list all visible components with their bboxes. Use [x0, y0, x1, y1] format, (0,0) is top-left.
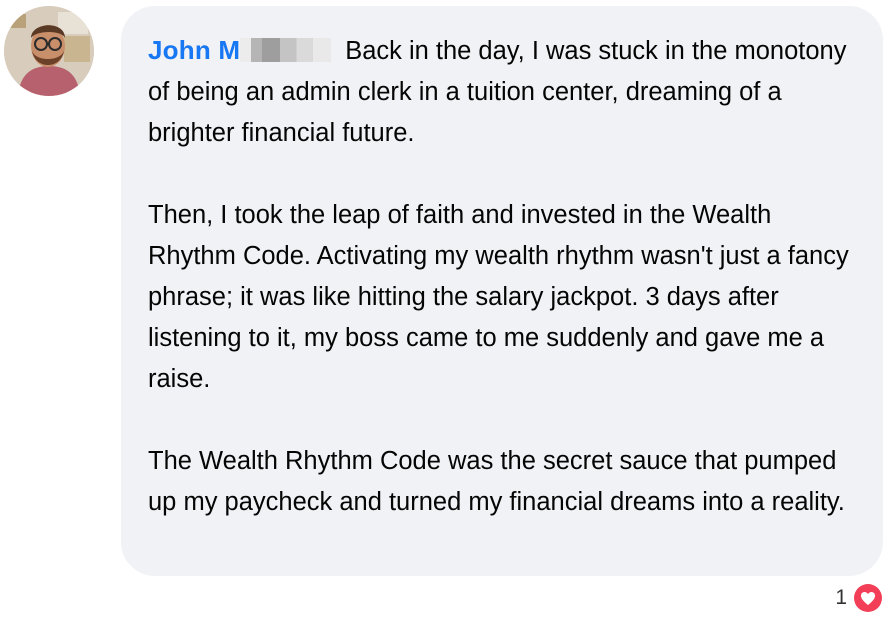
avatar[interactable] [4, 6, 94, 96]
author-name[interactable]: John M [148, 35, 240, 65]
reaction-summary[interactable]: 1 [835, 582, 883, 614]
avatar-image [4, 6, 94, 96]
comment-body: John M Back in the day, I was stuck in th… [148, 30, 863, 523]
comment-bubble: John M Back in the day, I was stuck in th… [121, 6, 883, 576]
comment-paragraph: The Wealth Rhythm Code was the secret sa… [148, 447, 845, 516]
redacted-surname [240, 38, 332, 62]
heart-icon [853, 583, 883, 613]
comment-paragraph: John M Back in the day, I was stuck in th… [148, 30, 863, 154]
reaction-count: 1 [835, 586, 847, 609]
comment-paragraph: Then, I took the leap of faith and inves… [148, 201, 849, 393]
